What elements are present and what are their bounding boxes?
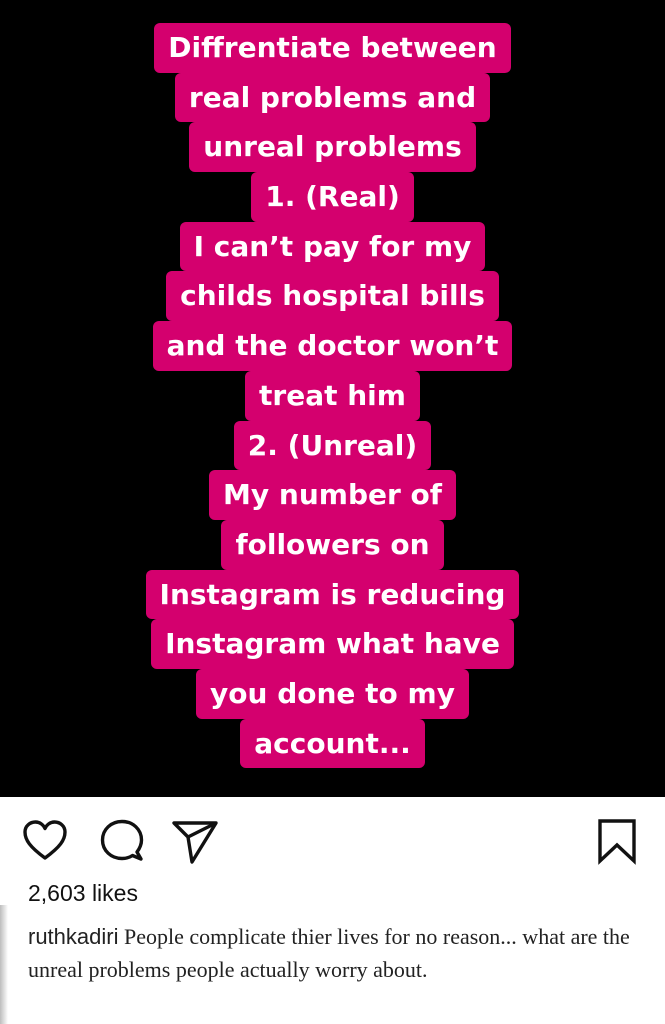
story-line-text: childs hospital bills xyxy=(166,271,499,322)
story-line: childs hospital bills xyxy=(0,271,665,322)
story-line-text: I can’t pay for my xyxy=(179,221,486,272)
story-text-block: Diffrentiate between real problems and u… xyxy=(0,23,665,769)
paper-plane-icon[interactable] xyxy=(170,816,220,866)
story-line-text: 1. (Real) xyxy=(251,172,414,222)
story-line-text: Instagram is reducing xyxy=(145,569,520,620)
story-line: unreal problems xyxy=(0,122,665,173)
story-line-text: you done to my xyxy=(196,668,469,719)
story-line: and the doctor won’t xyxy=(0,321,665,371)
story-line-text: treat him xyxy=(245,370,420,421)
story-line-text: real problems and xyxy=(174,72,491,123)
likes-count[interactable]: 2,603 likes xyxy=(28,880,138,907)
story-line: real problems and xyxy=(0,72,665,123)
story-line-text: account... xyxy=(240,718,425,769)
story-line-text: followers on xyxy=(221,519,444,570)
left-edge-shadow xyxy=(0,905,8,1024)
post-action-bar xyxy=(0,808,665,872)
story-line: account... xyxy=(0,718,665,769)
caption-username[interactable]: ruthkadiri xyxy=(28,924,118,949)
story-line-text: and the doctor won’t xyxy=(152,321,513,371)
story-line: treat him xyxy=(0,370,665,421)
bookmark-icon[interactable] xyxy=(592,816,642,866)
post-caption: ruthkadiri People complicate thier lives… xyxy=(28,920,648,986)
comment-bubble-icon[interactable] xyxy=(97,816,147,866)
post-image[interactable]: Diffrentiate between real problems and u… xyxy=(0,0,665,797)
story-line: followers on xyxy=(0,519,665,570)
story-line: Instagram what have xyxy=(0,619,665,669)
story-line-text: 2. (Unreal) xyxy=(233,420,432,471)
story-line-text: unreal problems xyxy=(189,122,476,173)
story-line: 2. (Unreal) xyxy=(0,420,665,471)
story-line-text: My number of xyxy=(209,470,456,520)
story-line-text: Diffrentiate between xyxy=(154,23,511,73)
story-line: Instagram is reducing xyxy=(0,569,665,620)
story-line: I can’t pay for my xyxy=(0,221,665,272)
story-line: Diffrentiate between xyxy=(0,23,665,73)
heart-outline-icon[interactable] xyxy=(20,816,70,866)
story-line: 1. (Real) xyxy=(0,172,665,222)
story-line: you done to my xyxy=(0,668,665,719)
story-line: My number of xyxy=(0,470,665,520)
story-line-text: Instagram what have xyxy=(151,619,514,669)
caption-text: People complicate thier lives for no rea… xyxy=(28,924,630,982)
